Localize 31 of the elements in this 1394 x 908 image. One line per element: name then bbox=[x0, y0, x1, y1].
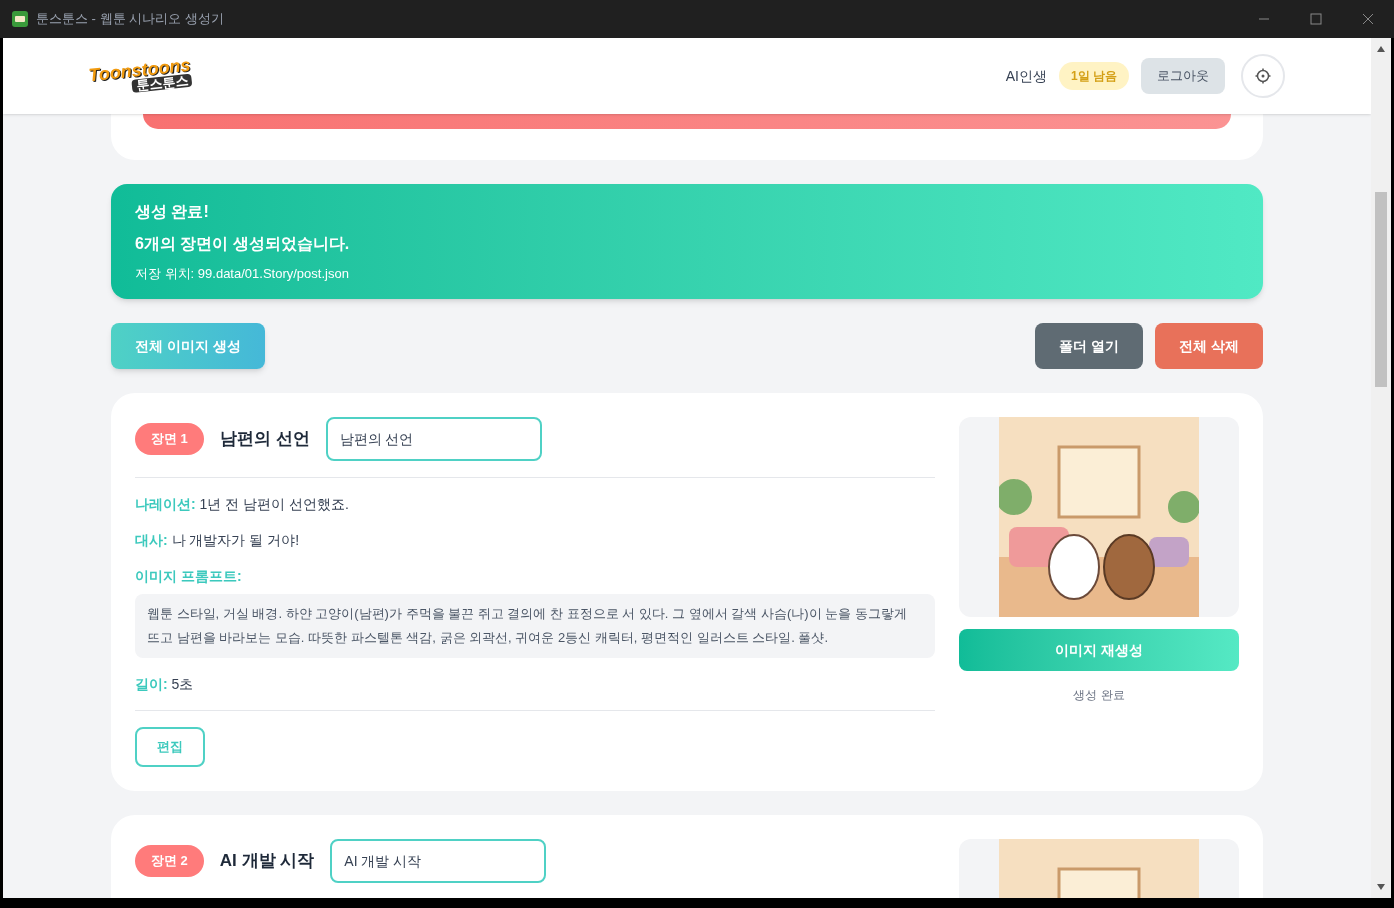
field-text: 대사: 나 개발자가 될 거야! bbox=[135, 531, 301, 550]
field-text: 길이: 5초 bbox=[135, 675, 195, 694]
settings-button[interactable] bbox=[1241, 54, 1285, 98]
settings-icon bbox=[1255, 68, 1271, 84]
save-path: 저장 위치: 99.data/01.Story/post.json bbox=[135, 264, 350, 283]
prompt-text: 웹툰 스타일, 거실 배경. 하얀 고양이(남편)가 주먹을 불끈 쥐고 결의에 찬 표정으로 서 있다. 그 옆에서 갈색 사슴(나)이 눈을 동그랗게 뜨고 남편을 바라보는 모습. 따뜻한 파스텔톤 색감, 굵은 외곽선, 귀여운 2등신 캐릭터, 평면적인 일러스트 스타일. 풀샷. bbox=[135, 594, 935, 658]
scene-badge: 장면 1 bbox=[135, 423, 204, 455]
scrollbar[interactable] bbox=[1371, 38, 1391, 898]
days-left-badge: 1일 남음 bbox=[1059, 62, 1129, 90]
success-message: 6개의 장면이 생성되었습니다. bbox=[135, 233, 351, 254]
scroll-thumb[interactable] bbox=[1375, 192, 1387, 387]
title-input[interactable]: AI 개발 시작 bbox=[330, 839, 547, 883]
status-text: 생성 완료 bbox=[1073, 687, 1125, 703]
open-folder-button[interactable]: 폴더 열기 bbox=[1035, 323, 1143, 369]
scene-badge: 장면 2 bbox=[135, 845, 204, 877]
delete-all-button[interactable]: 전체 삭제 bbox=[1155, 323, 1263, 369]
logo[interactable]: Toonstoons 툰스툰스 bbox=[87, 55, 193, 97]
close-icon[interactable] bbox=[1362, 13, 1374, 25]
field-text: 나레이션: 1년 전 남편이 선언했죠. bbox=[135, 495, 350, 514]
scroll-down-icon[interactable] bbox=[1377, 884, 1385, 890]
scene-title: AI 개발 시작 bbox=[219, 850, 315, 873]
maximize-icon[interactable] bbox=[1310, 13, 1322, 25]
success-title: 생성 완료! bbox=[135, 201, 210, 222]
field-label: 이미지 프롬프트: bbox=[135, 567, 243, 586]
logout-button[interactable]: 로그아웃 bbox=[1141, 58, 1225, 94]
title-input[interactable]: 남편의 선언 bbox=[325, 417, 542, 461]
user-name: AI인생 bbox=[1005, 67, 1047, 86]
window-title: 툰스툰스 - 웹툰 시나리오 생성기 bbox=[36, 10, 225, 29]
scroll-up-icon[interactable] bbox=[1377, 46, 1385, 52]
app-icon bbox=[12, 11, 28, 27]
scene-title: 남편의 선언 bbox=[219, 428, 310, 451]
